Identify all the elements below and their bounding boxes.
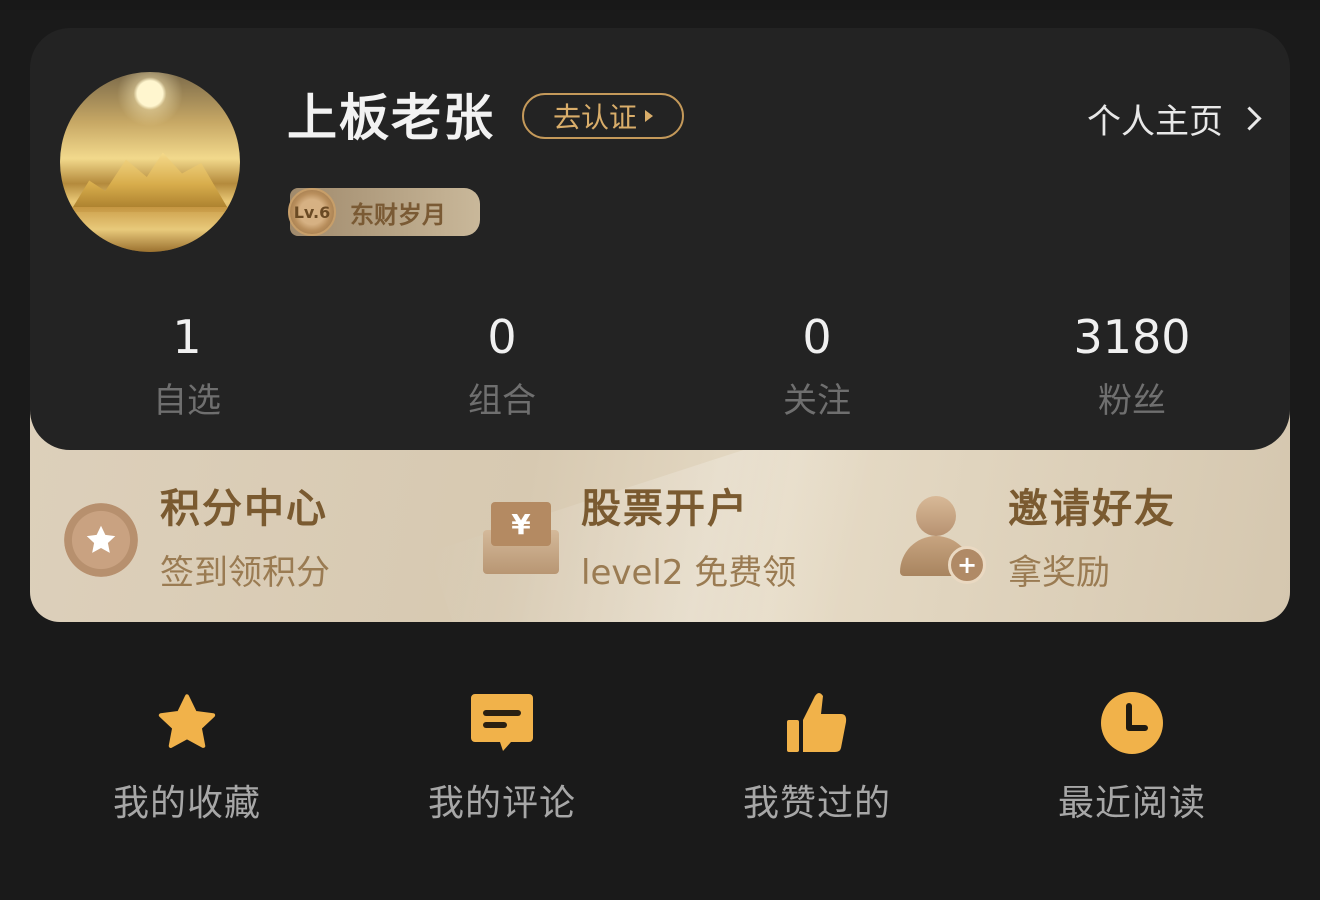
- star-icon: [152, 688, 222, 758]
- personal-homepage-link[interactable]: 个人主页: [1087, 96, 1262, 142]
- quick-action-label: 我的评论: [427, 783, 576, 824]
- clock-icon: [1097, 688, 1167, 758]
- caret-right-icon: [645, 110, 653, 122]
- stat-value: 1: [172, 310, 202, 364]
- add-user-icon: +: [898, 496, 986, 584]
- yen-envelope-icon: ¥: [483, 502, 559, 578]
- top-edge: [0, 0, 1320, 10]
- level-title: 东财岁月: [350, 200, 446, 229]
- quick-my-comments[interactable]: 我的评论: [402, 688, 602, 832]
- stat-value: 0: [802, 310, 832, 364]
- level-badge[interactable]: Lv.6 东财岁月: [288, 188, 480, 236]
- comment-icon: [467, 688, 537, 758]
- personal-homepage-label: 个人主页: [1087, 101, 1223, 142]
- stats-row: 1 自选 0 组合 0 关注 3180 粉丝: [30, 305, 1290, 435]
- stat-value: 0: [487, 310, 517, 364]
- feature-invite-friends[interactable]: + 邀请好友 拿奖励: [898, 475, 1176, 605]
- stat-followers[interactable]: 3180 粉丝: [1032, 305, 1232, 433]
- stat-following[interactable]: 0 关注: [717, 305, 917, 433]
- yen-symbol: ¥: [491, 502, 551, 546]
- plus-badge: +: [948, 546, 986, 584]
- quick-my-favorites[interactable]: 我的收藏: [87, 688, 287, 832]
- feature-points-center[interactable]: 积分中心 签到领积分: [64, 475, 330, 605]
- username: 上板老张: [287, 89, 495, 147]
- chevron-right-icon: [1237, 105, 1262, 131]
- quick-recent-reading[interactable]: 最近阅读: [1032, 688, 1232, 832]
- level-medal-icon: Lv.6: [288, 188, 336, 236]
- feature-title: 积分中心: [160, 486, 328, 532]
- feature-title: 股票开户: [581, 486, 749, 532]
- stat-label: 关注: [783, 381, 851, 421]
- feature-subtitle: 签到领积分: [160, 553, 330, 593]
- stat-portfolio[interactable]: 0 组合: [402, 305, 602, 433]
- feature-open-account[interactable]: ¥ 股票开户 level2 免费领: [483, 475, 796, 605]
- profile-screen: 上板老张 去认证 Lv.6 东财岁月 个人主页 1 自选 0 组合 0 关注 3…: [0, 0, 1320, 900]
- avatar[interactable]: [60, 72, 240, 252]
- stat-label: 粉丝: [1098, 381, 1166, 421]
- stat-watchlist[interactable]: 1 自选: [87, 305, 287, 433]
- star-medal-icon: [64, 503, 138, 577]
- quick-action-label: 最近阅读: [1057, 783, 1206, 824]
- stat-label: 组合: [468, 381, 536, 421]
- thumbs-up-icon: [782, 688, 852, 758]
- user-head: [916, 496, 956, 536]
- stat-label: 自选: [153, 381, 221, 421]
- quick-action-label: 我的收藏: [112, 783, 261, 824]
- feature-subtitle: level2 免费领: [581, 553, 797, 593]
- verify-button[interactable]: 去认证: [522, 93, 684, 139]
- feature-title: 邀请好友: [1008, 486, 1176, 532]
- feature-subtitle: 拿奖励: [1008, 553, 1110, 593]
- stat-value: 3180: [1073, 310, 1191, 364]
- verify-button-label: 去认证: [552, 101, 637, 134]
- quick-action-label: 我赞过的: [742, 783, 891, 824]
- quick-my-likes[interactable]: 我赞过的: [717, 688, 917, 832]
